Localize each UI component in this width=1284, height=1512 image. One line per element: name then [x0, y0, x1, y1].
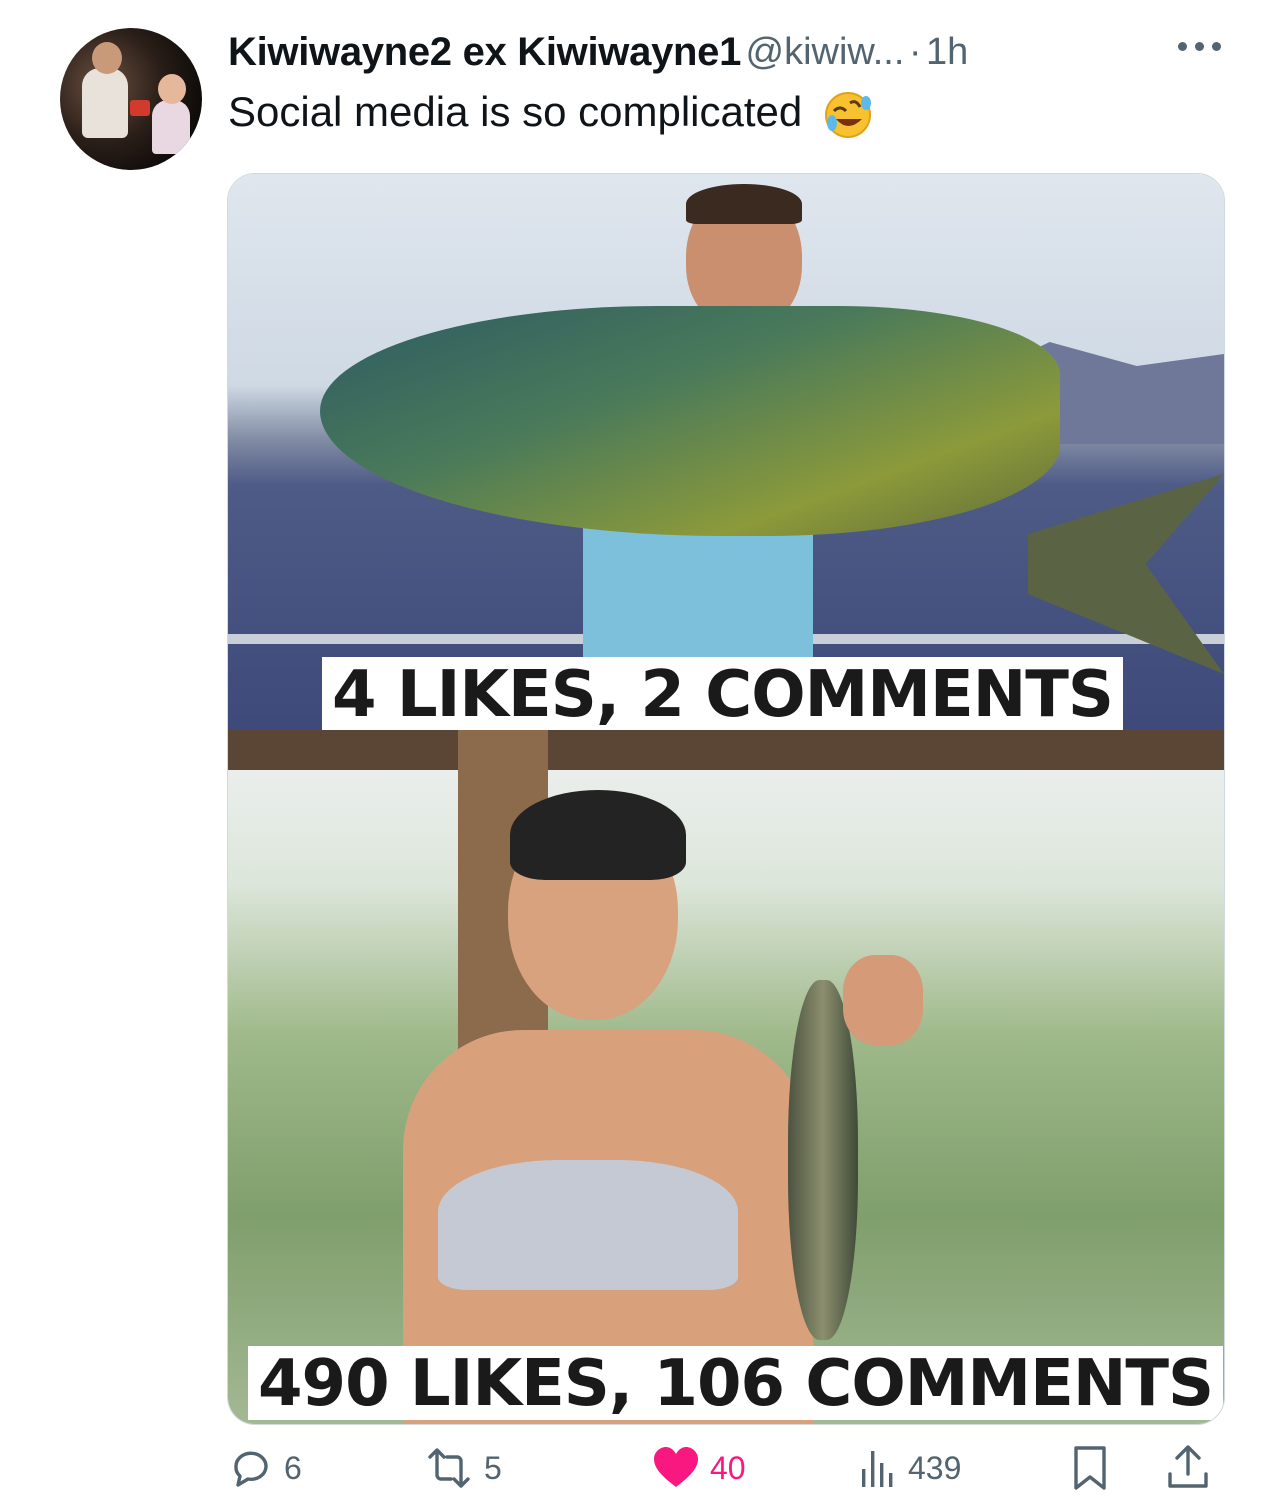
action-bar: 6 5 40 439 — [228, 1440, 1228, 1500]
small-fish — [788, 980, 858, 1340]
avatar-head-adult — [92, 42, 122, 74]
bikini-top — [438, 1160, 738, 1290]
woman-hand — [843, 955, 923, 1045]
views-icon — [862, 1451, 893, 1487]
bookmark-icon — [1074, 1446, 1106, 1490]
timestamp[interactable]: 1h — [926, 31, 968, 73]
user-handle[interactable]: @kiwiw... — [746, 31, 905, 73]
large-fish — [320, 306, 1060, 536]
views-count: 439 — [908, 1449, 962, 1486]
views-button[interactable]: 439 — [858, 1440, 961, 1496]
large-fish-tail — [1028, 474, 1224, 674]
repost-count: 5 — [484, 1449, 502, 1486]
repost-icon — [428, 1448, 470, 1488]
separator: · — [908, 31, 922, 73]
post-header: Kiwiwayne2 ex Kiwiwayne1 @kiwiw... · 1h — [228, 30, 1228, 78]
like-icon — [654, 1447, 698, 1487]
avatar-figure-adult — [82, 68, 128, 138]
share-icon — [1168, 1445, 1208, 1488]
reply-button[interactable]: 6 — [228, 1440, 302, 1496]
bookmark-button[interactable] — [1070, 1440, 1110, 1496]
post-text: Social media is so complicated — [228, 88, 874, 141]
display-name[interactable]: Kiwiwayne2 ex Kiwiwayne1 — [228, 30, 741, 74]
avatar[interactable] — [60, 28, 202, 170]
dock-roof — [228, 730, 1224, 770]
share-button[interactable] — [1166, 1440, 1210, 1496]
repost-button[interactable]: 5 — [424, 1440, 502, 1496]
man-hair — [686, 184, 802, 224]
like-count: 40 — [710, 1449, 746, 1486]
woman-cap — [510, 790, 686, 880]
avatar-red-object — [130, 100, 150, 116]
caption-bottom: 490 LIKES, 106 COMMENTS — [248, 1346, 1224, 1420]
more-icon[interactable] — [1174, 38, 1228, 58]
caption-top: 4 LIKES, 2 COMMENTS — [322, 657, 1123, 731]
like-button[interactable]: 40 — [652, 1440, 746, 1496]
reply-icon — [234, 1451, 268, 1487]
rolling-laughing-emoji-icon — [824, 91, 871, 138]
image-bottom-panel: 490 LIKES, 106 COMMENTS — [228, 730, 1224, 1424]
post-image[interactable]: 4 LIKES, 2 COMMENTS 490 LIKES, 106 COMME… — [227, 173, 1225, 1425]
post-text-content: Social media is so complicated — [228, 88, 803, 135]
avatar-figure-child — [152, 100, 190, 154]
reply-count: 6 — [284, 1449, 302, 1486]
image-top-panel: 4 LIKES, 2 COMMENTS — [228, 174, 1224, 731]
avatar-head-child — [158, 74, 186, 104]
